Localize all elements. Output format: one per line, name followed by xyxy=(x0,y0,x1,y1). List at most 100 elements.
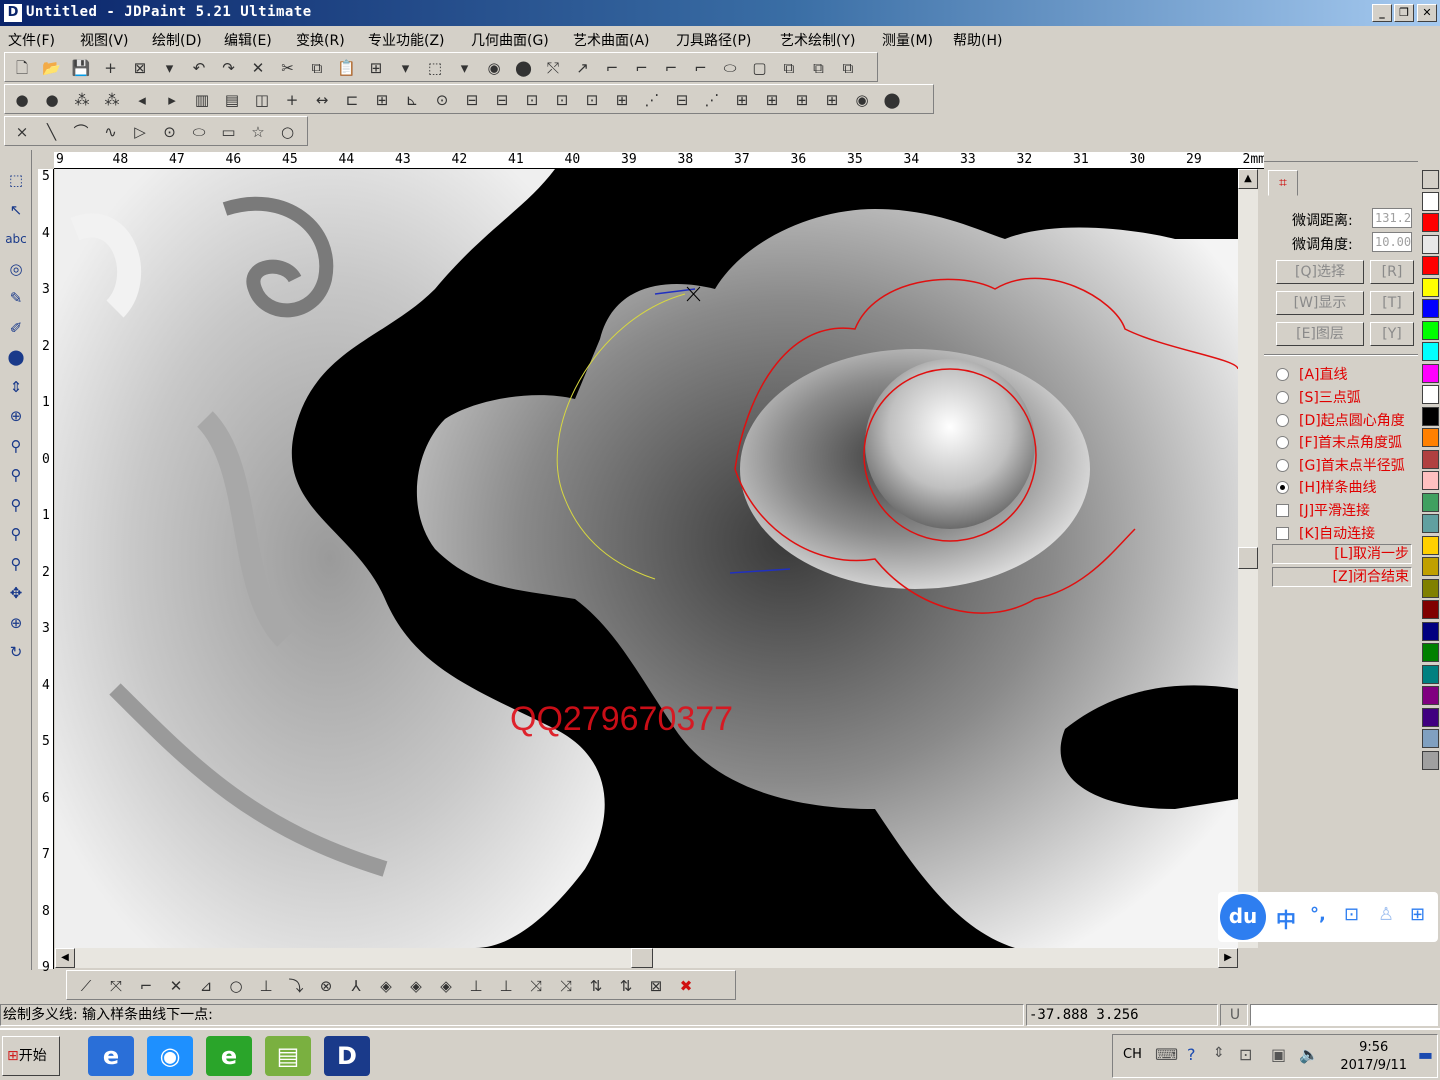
qq-browser-icon[interactable]: ◉ xyxy=(147,1036,193,1076)
draw-tool-2-icon[interactable]: ⌒ xyxy=(70,121,92,143)
tray-expand-icon[interactable]: ⇕ xyxy=(1213,1045,1225,1061)
menu-art-draw[interactable]: 艺术绘制(Y) xyxy=(780,30,855,50)
user-icon[interactable]: ♙ xyxy=(1378,904,1394,925)
modify-tool-27-icon[interactable]: ⊞ xyxy=(821,89,843,111)
menu-geometry-surface[interactable]: 几何曲面(G) xyxy=(471,30,549,50)
left-tool-4-icon[interactable]: ✎ xyxy=(4,286,28,310)
t-button[interactable]: [T] xyxy=(1370,291,1414,315)
palette-swatch[interactable] xyxy=(1422,578,1439,598)
monitor-icon[interactable]: ▣ xyxy=(1271,1045,1286,1064)
draw-tool-9-icon[interactable]: ○ xyxy=(277,121,299,143)
fine-angle-input[interactable]: 10.00 xyxy=(1372,232,1412,252)
modify-tool-9-icon[interactable]: + xyxy=(281,89,303,111)
jdpaint-taskbar-icon[interactable]: D xyxy=(324,1036,370,1076)
modify-tool-8-icon[interactable]: ◫ xyxy=(251,89,273,111)
palette-swatch[interactable] xyxy=(1422,557,1439,576)
modify-tool-7-icon[interactable]: ▤ xyxy=(221,89,243,111)
modify-tool-16-icon[interactable]: ⊟ xyxy=(491,89,513,111)
left-tool-0-icon[interactable]: ⬚ xyxy=(4,168,28,192)
palette-swatch[interactable] xyxy=(1422,514,1439,533)
standard-tool-8-icon[interactable]: ✕ xyxy=(247,57,269,79)
draw-tool-8-icon[interactable]: ☆ xyxy=(247,121,269,143)
standard-tool-17-icon[interactable]: ⬤ xyxy=(513,57,535,79)
snap-tool-7-icon[interactable]: ⤵ xyxy=(285,975,307,997)
close-finish-button[interactable]: [Z]闭合结束 xyxy=(1272,567,1412,587)
auto-connect-checkbox[interactable] xyxy=(1276,527,1289,540)
draw-tool-4-icon[interactable]: ▷ xyxy=(129,121,151,143)
snap-tool-17-icon[interactable]: ⇅ xyxy=(585,975,607,997)
line-radio[interactable] xyxy=(1276,368,1289,381)
draw-tool-5-icon[interactable]: ⊙ xyxy=(159,121,181,143)
standard-tool-15-icon[interactable]: ▾ xyxy=(454,57,476,79)
palette-swatch[interactable] xyxy=(1422,664,1439,684)
modify-tool-10-icon[interactable]: ↔ xyxy=(311,89,333,111)
snap-tool-11-icon[interactable]: ◈ xyxy=(405,975,427,997)
menu-measure[interactable]: 测量(M) xyxy=(882,30,933,50)
clock[interactable]: 9:56 2017/9/11 xyxy=(1340,1039,1407,1075)
baidu-logo-icon[interactable]: du xyxy=(1220,894,1266,940)
option-line[interactable]: [A]直线 xyxy=(1276,364,1348,384)
smooth-connect-checkbox[interactable] xyxy=(1276,504,1289,517)
standard-tool-10-icon[interactable]: ⧉ xyxy=(306,57,328,79)
palette-swatch[interactable] xyxy=(1422,729,1439,748)
option-endpoint-angle-arc[interactable]: [F]首末点角度弧 xyxy=(1276,432,1402,452)
panel-grip[interactable] xyxy=(1264,152,1418,162)
palette-swatch[interactable] xyxy=(1422,256,1439,275)
start-button[interactable]: ⊞开始 xyxy=(2,1036,60,1076)
snap-tool-4-icon[interactable]: ⊿ xyxy=(195,975,217,997)
left-tool-11-icon[interactable]: ⚲ xyxy=(4,493,28,517)
snap-tool-0-icon[interactable]: ⟋ xyxy=(75,975,97,997)
standard-tool-14-icon[interactable]: ⬚ xyxy=(424,57,446,79)
modify-tool-25-icon[interactable]: ⊞ xyxy=(761,89,783,111)
standard-tool-1-icon[interactable]: 📂 xyxy=(41,57,63,79)
standard-tool-19-icon[interactable]: ↗ xyxy=(572,57,594,79)
modify-tool-13-icon[interactable]: ⊾ xyxy=(401,89,423,111)
draw-tool-3-icon[interactable]: ∿ xyxy=(100,121,122,143)
snap-tool-19-icon[interactable]: ⊠ xyxy=(645,975,667,997)
modify-tool-11-icon[interactable]: ⊏ xyxy=(341,89,363,111)
palette-swatch[interactable] xyxy=(1422,213,1439,232)
layer-button[interactable]: [E]图层 xyxy=(1276,322,1364,346)
menu-draw[interactable]: 绘制(D) xyxy=(152,30,202,50)
modify-tool-15-icon[interactable]: ⊟ xyxy=(461,89,483,111)
snap-tool-16-icon[interactable]: ⤨ xyxy=(555,975,577,997)
left-tool-8-icon[interactable]: ⊕ xyxy=(4,404,28,428)
modify-tool-5-icon[interactable]: ▸ xyxy=(161,89,183,111)
menu-art-surface[interactable]: 艺术曲面(A) xyxy=(573,30,650,50)
standard-tool-20-icon[interactable]: ⌐ xyxy=(601,57,623,79)
show-desktop-icon[interactable]: ▬ xyxy=(1418,1045,1433,1064)
modify-tool-19-icon[interactable]: ⊡ xyxy=(581,89,603,111)
endpoint-radius-arc-radio[interactable] xyxy=(1276,459,1289,472)
snap-tool-5-icon[interactable]: ○ xyxy=(225,975,247,997)
command-input[interactable] xyxy=(1250,1004,1438,1026)
left-tool-1-icon[interactable]: ↖ xyxy=(4,198,28,222)
standard-tool-27-icon[interactable]: ⧉ xyxy=(808,57,830,79)
menu-transform[interactable]: 变换(R) xyxy=(296,30,345,50)
palette-swatch[interactable] xyxy=(1422,621,1439,641)
left-tool-15-icon[interactable]: ⊕ xyxy=(4,611,28,635)
help-icon[interactable]: ? xyxy=(1187,1045,1196,1064)
grid-menu-icon[interactable]: ⊞ xyxy=(1410,904,1425,925)
ie-icon[interactable]: e xyxy=(88,1036,134,1076)
modify-tool-23-icon[interactable]: ⋰ xyxy=(701,89,723,111)
menu-edit[interactable]: 编辑(E) xyxy=(224,30,272,50)
left-tool-7-icon[interactable]: ⇕ xyxy=(4,375,28,399)
select-tool-icon[interactable]: ⌗ xyxy=(1268,170,1298,196)
palette-swatch[interactable] xyxy=(1422,320,1439,340)
modify-tool-6-icon[interactable]: ▥ xyxy=(191,89,213,111)
network-icon[interactable]: ⊡ xyxy=(1239,1045,1252,1064)
option-auto-connect[interactable]: [K]自动连接 xyxy=(1276,523,1375,543)
standard-tool-7-icon[interactable]: ↷ xyxy=(218,57,240,79)
palette-swatch[interactable] xyxy=(1422,686,1439,705)
left-tool-12-icon[interactable]: ⚲ xyxy=(4,522,28,546)
restore-button[interactable]: ❐ xyxy=(1394,4,1414,22)
palette-swatch[interactable] xyxy=(1422,750,1439,770)
standard-tool-3-icon[interactable]: + xyxy=(100,57,122,79)
snap-tool-10-icon[interactable]: ◈ xyxy=(375,975,397,997)
standard-tool-26-icon[interactable]: ⧉ xyxy=(778,57,800,79)
snap-tool-12-icon[interactable]: ◈ xyxy=(435,975,457,997)
palette-swatch[interactable] xyxy=(1422,191,1439,211)
display-button[interactable]: [W]显示 xyxy=(1276,291,1364,315)
palette-swatch[interactable] xyxy=(1422,449,1439,469)
standard-tool-22-icon[interactable]: ⌐ xyxy=(660,57,682,79)
